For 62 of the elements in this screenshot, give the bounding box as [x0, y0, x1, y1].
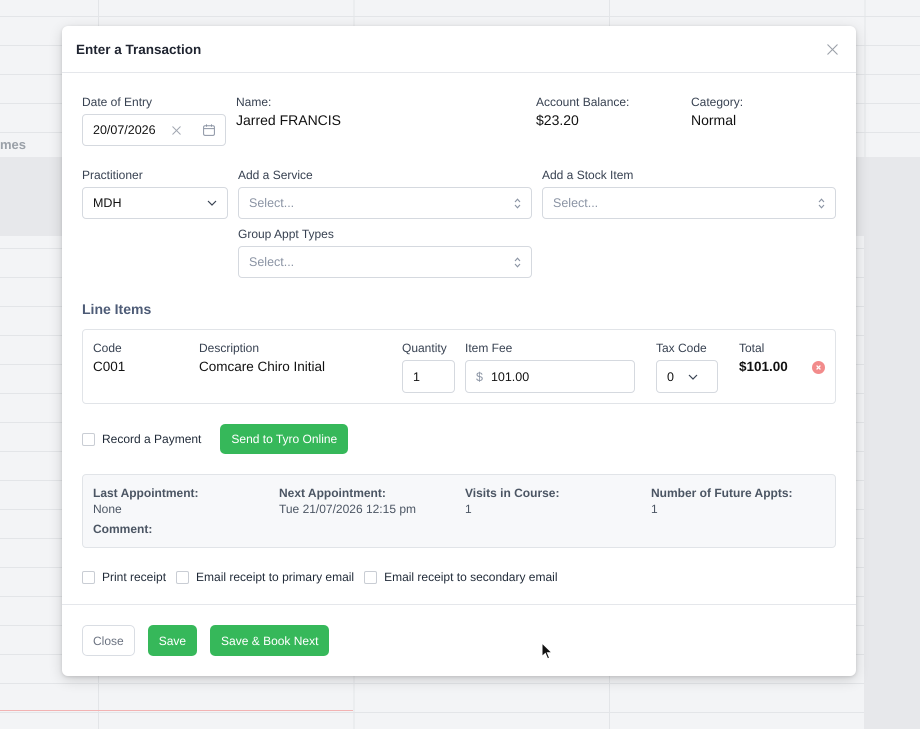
info-value: Normal — [691, 111, 738, 130]
info-value: $23.20 — [536, 111, 580, 130]
select-field[interactable]: Select... — [238, 187, 532, 219]
select-field[interactable]: Select... — [542, 187, 836, 219]
item-fee-field[interactable]: $ 101.00 — [465, 360, 635, 393]
tax-code-select[interactable]: 0 — [656, 360, 718, 393]
footer-button[interactable]: Save — [148, 625, 198, 656]
checkbox-label: Record a Payment — [102, 432, 202, 446]
mouse-pointer-icon — [541, 642, 553, 660]
close-icon[interactable] — [827, 44, 838, 54]
info-label: Category: — [691, 95, 744, 109]
clear-icon[interactable] — [172, 126, 181, 134]
remove-icon[interactable] — [812, 361, 825, 374]
info-value: Tue 21/07/2026 12:15 pm — [279, 501, 417, 517]
up-down-chevron-icon — [514, 198, 521, 208]
description-text: Comcare Chiro Initial — [199, 359, 326, 375]
info-label: Comment: — [93, 521, 152, 537]
checkbox[interactable] — [176, 570, 190, 584]
send-to-tyro-button[interactable]: Send to Tyro Online — [220, 424, 348, 454]
chevron-down-icon — [688, 374, 698, 380]
column-label: Total — [739, 341, 766, 355]
column-label: Quantity — [402, 341, 448, 355]
chevron-down-icon — [207, 200, 217, 206]
checkbox[interactable] — [82, 432, 95, 446]
footer-button[interactable]: Close — [82, 625, 135, 656]
calendar-icon[interactable] — [203, 124, 215, 136]
info-label: Account Balance: — [536, 95, 630, 109]
checkbox-label: Print receipt — [102, 570, 166, 584]
column-label: Code — [93, 341, 123, 355]
field-label: Date of Entry — [82, 95, 154, 109]
up-down-chevron-icon — [818, 198, 825, 208]
info-value: Jarred FRANCIS — [236, 111, 342, 130]
total-amount: $101.00 — [739, 359, 789, 375]
info-value: 1 — [465, 501, 473, 517]
date-field[interactable]: 20/07/2026 — [82, 114, 226, 146]
select-field[interactable]: Select... — [238, 246, 532, 278]
info-value: None — [93, 501, 123, 517]
column-label: Tax Code — [656, 341, 708, 355]
field-label: Add a Service — [238, 168, 314, 182]
info-label: Name: — [236, 95, 272, 109]
info-label: Visits in Course: — [465, 485, 560, 501]
checkbox-label: Email receipt to secondary email — [384, 570, 558, 584]
checkbox-label: Email receipt to primary email — [196, 570, 354, 584]
section-heading: Line Items — [82, 301, 152, 318]
dialog-title: Enter a Transaction — [76, 42, 202, 56]
info-label: Next Appointment: — [279, 485, 387, 501]
footer-button[interactable]: Save & Book Next — [210, 625, 330, 656]
field-label: Group Appt Types — [238, 227, 335, 241]
checkbox[interactable] — [82, 570, 95, 584]
code-text: C001 — [93, 359, 126, 375]
info-label: Number of Future Appts: — [651, 485, 794, 501]
field-label: Practitioner — [82, 168, 144, 182]
checkbox[interactable] — [364, 570, 378, 584]
select-field[interactable]: MDH — [82, 187, 228, 219]
column-label: Item Fee — [465, 341, 514, 355]
quantity-field[interactable]: 1 — [402, 360, 455, 393]
info-value: 1 — [651, 501, 659, 517]
field-label: Add a Stock Item — [542, 168, 634, 182]
column-header-text: mes — [0, 137, 26, 153]
up-down-chevron-icon — [514, 256, 521, 268]
info-label: Last Appointment: — [93, 485, 200, 501]
column-label: Description — [199, 341, 260, 355]
